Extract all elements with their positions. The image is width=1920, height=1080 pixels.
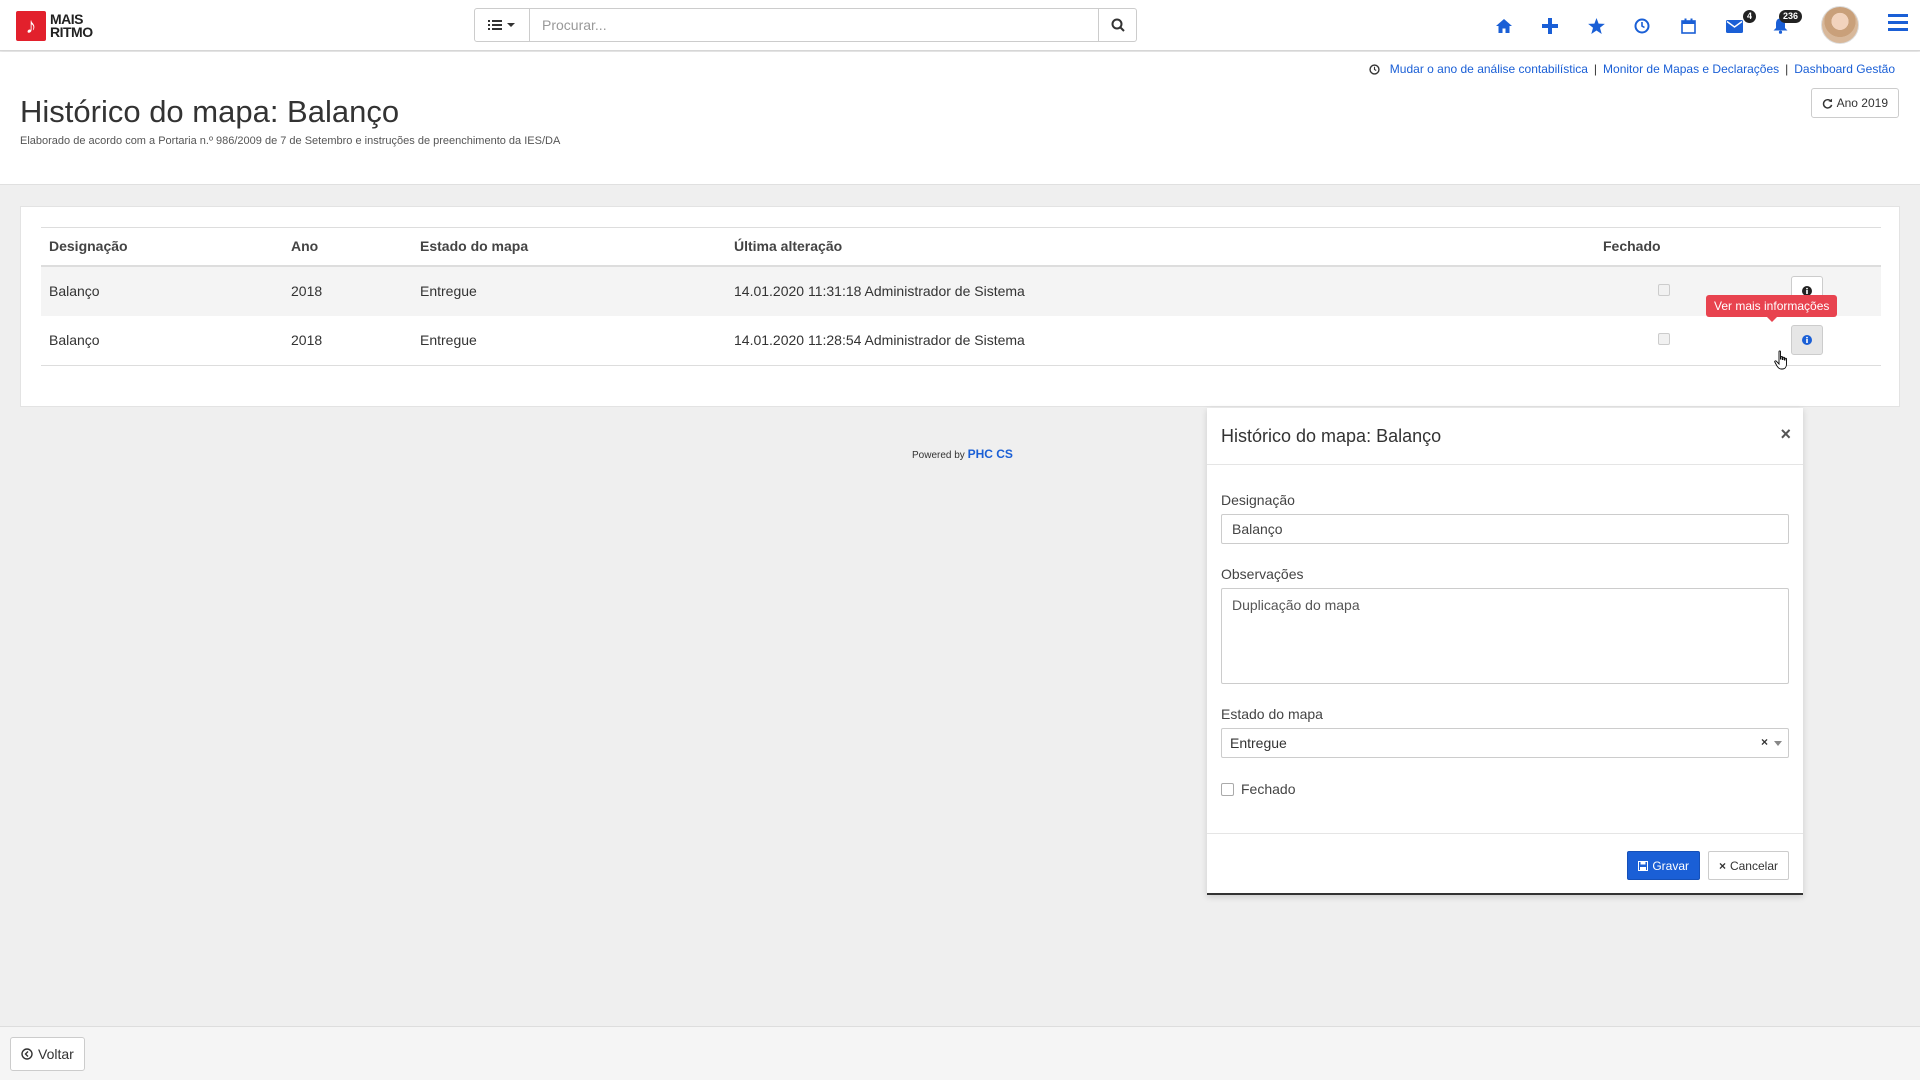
music-note-icon: ♪ <box>16 11 46 41</box>
maps-monitor-link[interactable]: Monitor de Mapas e Declarações <box>1603 62 1779 76</box>
cell-estado: Entregue <box>420 332 477 349</box>
cell-ano: 2018 <box>291 283 323 299</box>
search-bar <box>474 8 1137 42</box>
search-icon <box>1111 18 1125 32</box>
clock-icon <box>1369 63 1380 75</box>
history-detail-modal: Histórico do mapa: Balanço × Designação … <box>1207 408 1803 895</box>
search-button[interactable] <box>1098 9 1136 41</box>
estado-select[interactable]: Entregue × <box>1221 728 1789 758</box>
cell-ano: 2018 <box>291 332 323 349</box>
refresh-icon <box>1822 98 1832 109</box>
header-links: Mudar o ano de análise contabilística | … <box>1369 62 1895 76</box>
notification-count-badge: 236 <box>1778 10 1802 23</box>
fechado-checkbox <box>1658 284 1670 296</box>
cell-fechado <box>1595 316 1733 366</box>
brand-line2: RITMO <box>50 24 93 40</box>
close-icon[interactable]: × <box>1780 424 1791 445</box>
cancel-button-label: Cancelar <box>1729 858 1778 873</box>
clear-selection-icon[interactable]: × <box>1761 735 1768 749</box>
info-tooltip: Ver mais informações <box>1706 295 1838 322</box>
cell-alteracao: 14.01.2020 11:31:18 Administrador de Sis… <box>734 283 1025 299</box>
dropdown-arrow-icon[interactable] <box>1774 741 1782 746</box>
circle-arrow-left-icon <box>21 1048 33 1060</box>
user-avatar[interactable] <box>1821 6 1859 44</box>
phc-cs-link[interactable]: PHC CS <box>968 447 1013 461</box>
modal-footer: Gravar × Cancelar <box>1207 833 1803 893</box>
plus-icon[interactable] <box>1538 14 1562 38</box>
cell-actions <box>1733 316 1881 366</box>
fechado-checkbox-row[interactable]: Fechado <box>1221 781 1295 797</box>
save-button[interactable]: Gravar <box>1627 851 1700 880</box>
mail-count-badge: 4 <box>1742 10 1756 23</box>
change-analysis-year-link[interactable]: Mudar o ano de análise contabilística <box>1390 62 1588 76</box>
history-table: Designação Ano Estado do mapa Última alt… <box>41 227 1881 366</box>
powered-by-label: Powered by <box>912 450 965 461</box>
column-header-actions <box>1733 228 1881 266</box>
page-subtitle: Elaborado de acordo com a Portaria n.º 9… <box>20 135 561 147</box>
cell-estado: Entregue <box>420 283 477 299</box>
cell-designacao: Balanço <box>49 332 100 349</box>
search-filter-dropdown[interactable] <box>475 9 530 41</box>
dashboard-link[interactable]: Dashboard Gestão <box>1794 62 1895 76</box>
fechado-checkbox <box>1658 333 1670 346</box>
modal-title: Histórico do mapa: Balanço <box>1221 426 1442 446</box>
observacoes-field[interactable]: Duplicação do mapa <box>1221 588 1789 684</box>
brand-logo[interactable]: ♪ MAIS RITMO <box>16 11 93 41</box>
observacoes-label: Observações <box>1221 566 1304 582</box>
cell-designacao: Balanço <box>49 283 100 299</box>
envelope-icon[interactable]: 4 <box>1722 10 1756 38</box>
designacao-label: Designação <box>1221 492 1295 508</box>
clock-icon[interactable] <box>1630 14 1654 38</box>
column-header-ano[interactable]: Ano <box>283 228 412 266</box>
info-icon <box>1802 335 1812 346</box>
info-button[interactable] <box>1791 325 1823 356</box>
table-row[interactable]: Balanço 2018 Entregue 14.01.2020 11:31:1… <box>41 265 1881 316</box>
bell-icon[interactable]: 236 <box>1768 10 1802 38</box>
table-row[interactable]: Balanço 2018 Entregue 14.01.2020 11:28:5… <box>41 316 1881 366</box>
cancel-button[interactable]: × Cancelar <box>1707 851 1789 880</box>
page-header: Mudar o ano de análise contabilística | … <box>0 52 1920 185</box>
caret-down-icon <box>507 23 515 27</box>
column-header-alteracao[interactable]: Última alteração <box>726 228 1595 266</box>
estado-label: Estado do mapa <box>1221 706 1323 722</box>
list-icon <box>488 20 502 30</box>
column-header-estado[interactable]: Estado do mapa <box>412 228 726 266</box>
table-header-row: Designação Ano Estado do mapa Última alt… <box>41 227 1881 266</box>
close-icon: × <box>1718 858 1726 873</box>
estado-selected-value: Entregue <box>1230 735 1287 751</box>
year-button-label: Ano 2019 <box>1836 96 1888 110</box>
floppy-disk-icon <box>1638 860 1649 871</box>
hand-cursor-icon <box>1774 350 1790 377</box>
hamburger-menu-icon[interactable] <box>1888 14 1910 36</box>
history-table-panel: Designação Ano Estado do mapa Última alt… <box>20 206 1900 407</box>
link-separator: | <box>1593 62 1598 76</box>
fechado-label: Fechado <box>1241 781 1296 797</box>
column-header-designacao[interactable]: Designação <box>41 228 283 266</box>
cell-alteracao: 14.01.2020 11:28:54 Administrador de Sis… <box>734 332 1025 349</box>
page-title: Histórico do mapa: Balanço <box>20 94 400 129</box>
search-input[interactable] <box>530 9 1098 41</box>
home-icon[interactable] <box>1492 14 1516 38</box>
back-button[interactable]: Voltar <box>10 1037 85 1071</box>
top-navbar: ♪ MAIS RITMO 4 <box>0 0 1920 51</box>
link-separator: | <box>1785 62 1789 76</box>
fechado-checkbox[interactable] <box>1221 782 1234 796</box>
save-button-label: Gravar <box>1652 858 1689 873</box>
star-icon[interactable] <box>1584 14 1608 38</box>
bottom-toolbar: Voltar <box>0 1026 1920 1080</box>
year-button[interactable]: Ano 2019 <box>1810 88 1899 118</box>
back-button-label: Voltar <box>38 1046 74 1062</box>
designacao-field[interactable] <box>1221 514 1789 544</box>
calendar-icon[interactable] <box>1676 14 1700 38</box>
powered-by: Powered by PHC CS <box>912 447 1013 461</box>
modal-header: Histórico do mapa: Balanço × <box>1207 408 1803 465</box>
column-header-fechado[interactable]: Fechado <box>1595 228 1733 266</box>
